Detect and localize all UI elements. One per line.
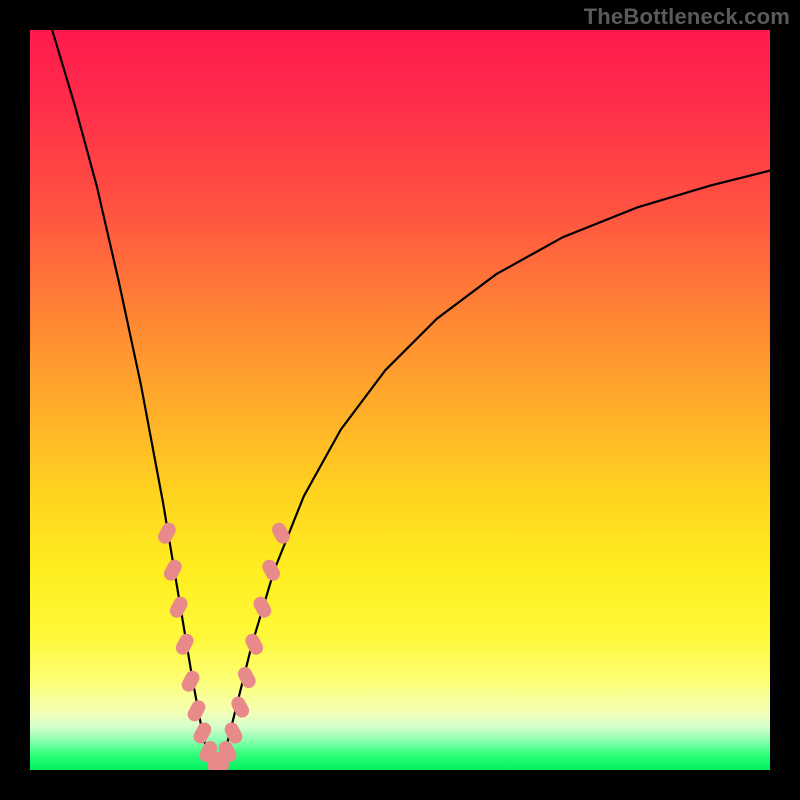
marker: [243, 631, 266, 657]
marker: [167, 594, 190, 620]
watermark-text: TheBottleneck.com: [584, 4, 790, 30]
marker: [173, 631, 196, 657]
marker: [229, 694, 252, 720]
bottleneck-curve: [52, 30, 770, 770]
chart-svg: [30, 30, 770, 770]
marker: [260, 557, 283, 583]
marker-cluster: [156, 520, 293, 770]
marker: [161, 557, 184, 583]
plot-area: [30, 30, 770, 770]
bottleneck-curve-group: [52, 30, 770, 770]
marker: [179, 668, 202, 694]
marker: [156, 520, 179, 546]
marker: [235, 665, 258, 691]
marker: [185, 698, 208, 724]
marker: [251, 594, 274, 620]
chart-frame: TheBottleneck.com: [0, 0, 800, 800]
